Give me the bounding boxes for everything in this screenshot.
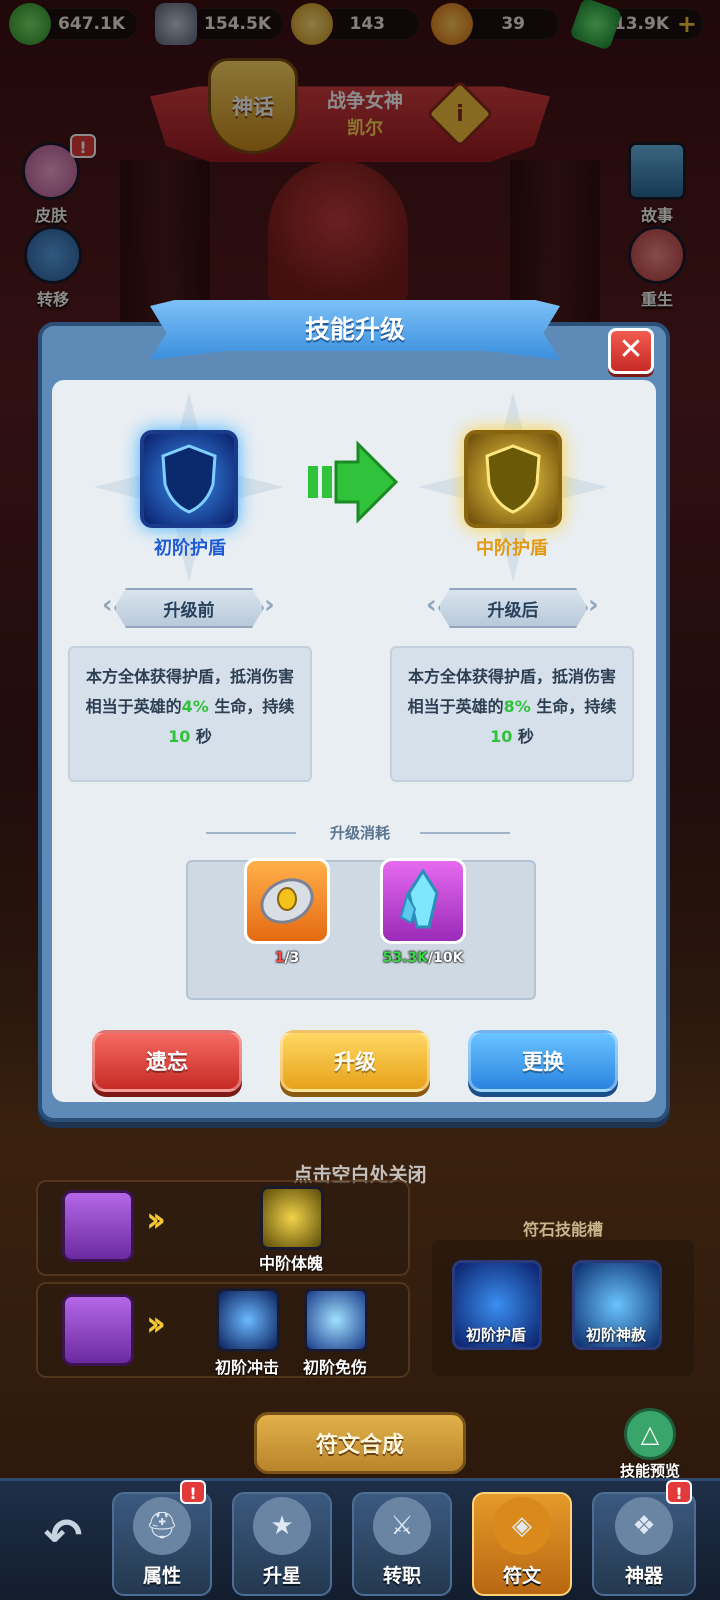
skill-icon[interactable] [260, 1186, 324, 1250]
nav-label: 升星 [262, 1565, 301, 1587]
after-description: 本方全体获得护盾，抵消伤害相当于英雄的8% 生命，持续10 秒 [390, 646, 634, 782]
desc-value: 8% [503, 697, 531, 716]
desc-text: 秒 [190, 727, 212, 746]
back-button[interactable]: ↶ [28, 1500, 98, 1570]
chevron-right-icon: › [264, 590, 275, 620]
rune-gem-slot[interactable] [62, 1190, 134, 1262]
nav-attributes[interactable]: ⛑ 属性 ! [112, 1480, 212, 1596]
nav-label: 转职 [382, 1565, 421, 1587]
helmet-icon: ⛑ [133, 1497, 191, 1555]
desc-text: 秒 [512, 727, 534, 746]
skill-after-name: 中阶护盾 [476, 538, 548, 559]
rune-slot-title: 符石技能槽 [522, 1220, 603, 1239]
desc-text: 生命，持续 [208, 697, 295, 716]
skill-label: 初阶冲击 [214, 1358, 279, 1377]
triangle-icon: △ [624, 1408, 676, 1460]
artifact-icon: ❖ [615, 1497, 673, 1555]
nav-class-change[interactable]: ⚔ 转职 [352, 1492, 452, 1596]
nav-label: 神器 [624, 1565, 663, 1587]
cost-item-blue-crystal[interactable] [380, 858, 466, 944]
nav-label: 符文 [502, 1565, 541, 1587]
after-tag: 升级后 [438, 588, 588, 628]
upgrade-button[interactable]: 升级 [280, 1030, 430, 1092]
skill-preview-button[interactable]: △ 技能预览 [612, 1408, 688, 1481]
cost-need: /3 [284, 950, 300, 966]
nav-runes[interactable]: ◈ 符文 [472, 1492, 572, 1596]
divider [420, 832, 510, 834]
desc-text: 生命，持续 [530, 697, 617, 716]
shield-icon [161, 444, 217, 514]
double-chevron-icon: ›› [146, 1200, 166, 1240]
cost-quantity: 1/3 [232, 950, 342, 966]
rune-gem-slot[interactable] [62, 1294, 134, 1366]
slot-skill-label: 初阶护盾 [465, 1326, 526, 1344]
close-icon: ✕ [618, 332, 644, 367]
before-description: 本方全体获得护盾，抵消伤害相当于英雄的4% 生命，持续10 秒 [68, 646, 312, 782]
shield-icon [485, 444, 541, 514]
skill-label: 中阶体魄 [258, 1254, 323, 1273]
upgrade-arrow-icon [308, 440, 398, 524]
cost-quantity: 53.3K/10K [368, 950, 478, 966]
blue-crystal-icon [399, 868, 439, 929]
skill-icon[interactable] [216, 1288, 280, 1352]
shield-sword-icon: ⚔ [373, 1497, 431, 1555]
desc-duration: 10 [490, 727, 513, 746]
skill-before-frame [140, 430, 238, 528]
double-chevron-icon: ›› [146, 1304, 166, 1344]
rune-stone-icon [260, 878, 314, 924]
rune-compose-button[interactable]: 符文合成 [254, 1412, 466, 1474]
skill-before-name: 初阶护盾 [154, 538, 226, 559]
back-arrow-icon: ↶ [43, 1508, 83, 1562]
replace-button[interactable]: 更换 [468, 1030, 618, 1092]
cost-need: /10K [427, 950, 464, 966]
before-tag: 升级前 [114, 588, 264, 628]
notice-badge: ! [180, 1480, 206, 1504]
notice-badge: ! [666, 1480, 692, 1504]
nav-artifact[interactable]: ❖ 神器 ! [592, 1480, 696, 1596]
cost-item-rune-stone[interactable] [244, 858, 330, 944]
chevron-right-icon: › [588, 590, 599, 620]
nav-label: 属性 [142, 1565, 181, 1587]
rune-icon: ◈ [493, 1497, 551, 1555]
nav-star-up[interactable]: ★ 升星 [232, 1492, 332, 1596]
skill-after-frame [464, 430, 562, 528]
skill-label: 初阶免伤 [302, 1358, 367, 1377]
modal-title: 技能升级 [304, 315, 405, 344]
desc-duration: 10 [168, 727, 191, 746]
desc-value: 4% [181, 697, 209, 716]
star-icon: ★ [253, 1497, 311, 1555]
cost-have: 1 [274, 950, 285, 966]
skill-icon[interactable] [304, 1288, 368, 1352]
slot-skill-label: 初阶神赦 [585, 1326, 646, 1344]
close-button[interactable]: ✕ [608, 328, 654, 374]
cost-have: 53.3K [382, 950, 428, 966]
forget-button[interactable]: 遗忘 [92, 1030, 242, 1092]
chevron-left-icon: ‹ [426, 590, 437, 620]
chevron-left-icon: ‹ [102, 590, 113, 620]
cost-panel [186, 860, 536, 1000]
